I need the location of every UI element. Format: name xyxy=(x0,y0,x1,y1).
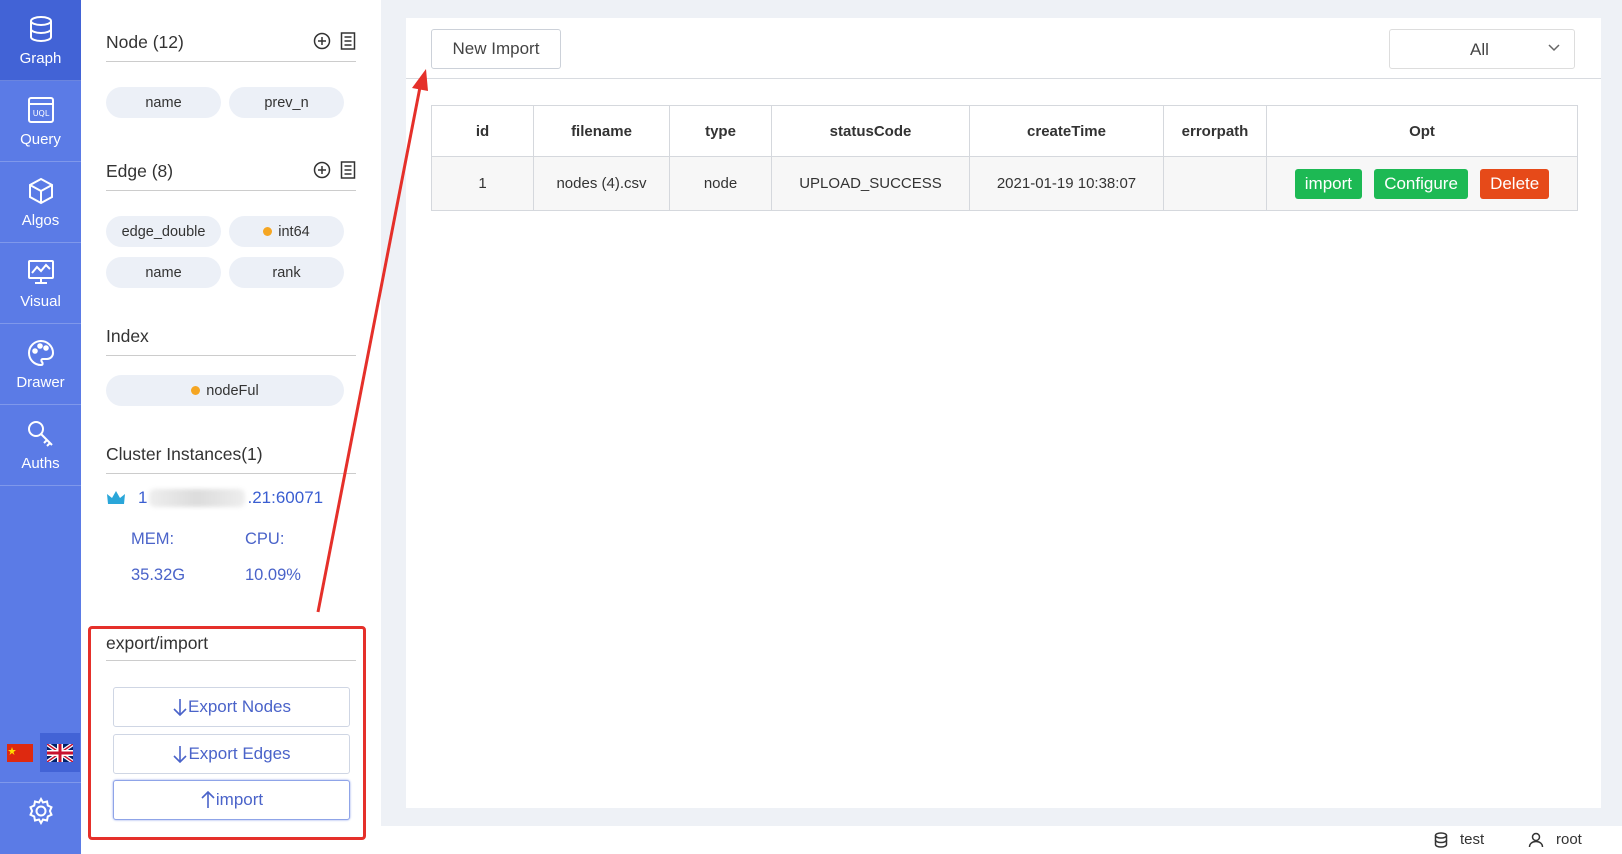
chevron-down-icon xyxy=(1548,44,1560,52)
nav-item-auths[interactable]: Auths xyxy=(0,405,81,486)
index-pill[interactable]: nodeFul xyxy=(106,375,344,406)
lang-zh[interactable] xyxy=(0,733,40,772)
nav-item-algos[interactable]: Algos xyxy=(0,162,81,243)
settings-button[interactable] xyxy=(0,782,81,838)
cell-status: UPLOAD_SUCCESS xyxy=(771,156,970,211)
edge-list-icon[interactable] xyxy=(340,161,356,179)
cluster-section-title: Cluster Instances(1) xyxy=(106,444,356,474)
mem-label: MEM: xyxy=(131,530,175,548)
instance-host: 1.21:60071 xyxy=(106,488,323,508)
gear-icon xyxy=(28,796,53,825)
cell-errorpath xyxy=(1163,156,1267,211)
cluster-title: Cluster Instances(1) xyxy=(106,444,263,464)
arrow-down-icon xyxy=(173,746,188,763)
node-list-icon[interactable] xyxy=(340,32,356,50)
cell-filename: nodes (4).csv xyxy=(533,156,670,211)
mem-value: 35.32G xyxy=(131,566,186,584)
lang-en[interactable] xyxy=(40,733,80,772)
edge-prop-pill[interactable]: int64 xyxy=(229,216,344,247)
row-import-button[interactable]: import xyxy=(1294,168,1363,199)
language-switcher xyxy=(0,733,81,772)
filter-value: All xyxy=(1470,40,1489,59)
database-icon xyxy=(1434,831,1448,848)
import-card: New Import All id filename type statusCo… xyxy=(406,18,1601,808)
node-prop-pill[interactable]: name xyxy=(106,87,221,118)
cube-icon xyxy=(28,177,53,204)
export-nodes-button[interactable]: Export Nodes xyxy=(113,687,350,727)
column-header: createTime xyxy=(969,105,1164,157)
nav-item-visual[interactable]: Visual xyxy=(0,243,81,324)
edge-title: Edge (8) xyxy=(106,161,174,181)
status-user[interactable]: root xyxy=(1528,831,1582,848)
toolbar-divider xyxy=(406,78,1601,79)
column-header: Opt xyxy=(1266,105,1578,157)
nav-label: Algos xyxy=(21,211,60,229)
row-configure-button[interactable]: Configure xyxy=(1374,168,1468,199)
import-button[interactable]: import xyxy=(113,780,350,820)
new-import-button[interactable]: New Import xyxy=(431,29,561,69)
edge-prop-pill[interactable]: name xyxy=(106,257,221,288)
schema-panel: Node (12) name prev_n Edge (8) edge_doub… xyxy=(81,0,381,854)
cell-opt: import Configure Delete xyxy=(1266,156,1578,211)
monitor-chart-icon xyxy=(27,259,54,284)
column-header: statusCode xyxy=(771,105,970,157)
palette-icon xyxy=(27,339,54,366)
indexed-dot-icon xyxy=(263,227,273,236)
uk-flag-icon xyxy=(47,743,73,762)
column-header: filename xyxy=(533,105,670,157)
status-bar: test root xyxy=(381,826,1622,854)
edge-tools xyxy=(313,161,356,179)
node-title: Node (12) xyxy=(106,32,184,52)
edge-section-title: Edge (8) xyxy=(106,161,356,191)
key-icon xyxy=(27,420,53,447)
status-filter-select[interactable]: All xyxy=(1389,29,1575,69)
nav-item-graph[interactable]: Graph xyxy=(0,0,81,81)
edge-prop-pill[interactable]: edge_double xyxy=(106,216,221,247)
crown-icon xyxy=(107,491,125,504)
database-icon xyxy=(29,15,52,42)
cell-create-time: 2021-01-19 10:38:07 xyxy=(969,156,1164,211)
user-icon xyxy=(1528,832,1544,847)
row-delete-button[interactable]: Delete xyxy=(1480,168,1550,199)
nav-item-drawer[interactable]: Drawer xyxy=(0,324,81,405)
nav-item-query[interactable]: UQL Query xyxy=(0,81,81,162)
node-tools xyxy=(313,32,356,50)
export-section-title: export/import xyxy=(106,633,356,661)
node-prop-pill[interactable]: prev_n xyxy=(229,87,344,118)
app: Graph UQL Query Algos Visual Drawer Auth… xyxy=(0,0,1622,854)
nav-label: Drawer xyxy=(16,373,65,391)
column-header: type xyxy=(669,105,772,157)
status-database: test xyxy=(1434,831,1484,848)
add-node-icon[interactable] xyxy=(313,32,331,50)
arrow-down-icon xyxy=(173,699,187,716)
cell-type: node xyxy=(669,156,772,211)
edge-prop-pill[interactable]: rank xyxy=(229,257,344,288)
arrow-up-icon xyxy=(201,791,215,808)
china-flag-icon xyxy=(7,743,33,762)
column-header: errorpath xyxy=(1163,105,1267,157)
table-header-row: id filename type statusCode createTime e… xyxy=(431,105,1578,157)
left-nav: Graph UQL Query Algos Visual Drawer Auth… xyxy=(0,0,81,854)
redacted-ip xyxy=(149,489,246,507)
main-area: New Import All id filename type statusCo… xyxy=(381,0,1622,826)
index-section-title: Index xyxy=(106,326,356,356)
svg-text:UQL: UQL xyxy=(32,109,49,118)
node-section-title: Node (12) xyxy=(106,32,356,62)
cell-id: 1 xyxy=(431,156,534,211)
nav-label: Visual xyxy=(20,292,61,310)
nav-label: Graph xyxy=(19,49,62,67)
add-edge-icon[interactable] xyxy=(313,161,331,179)
nav-label: Auths xyxy=(21,454,60,472)
cpu-label: CPU: xyxy=(245,530,285,548)
indexed-dot-icon xyxy=(191,386,201,395)
index-title: Index xyxy=(106,326,149,346)
cpu-value: 10.09% xyxy=(245,566,301,584)
table-row: 1 nodes (4).csv node UPLOAD_SUCCESS 2021… xyxy=(431,156,1578,211)
nav-label: Query xyxy=(20,130,61,148)
export-title: export/import xyxy=(106,633,209,653)
export-edges-button[interactable]: Export Edges xyxy=(113,734,350,774)
import-table: id filename type statusCode createTime e… xyxy=(431,105,1578,211)
column-header: id xyxy=(431,105,534,157)
uql-icon: UQL xyxy=(27,96,54,123)
